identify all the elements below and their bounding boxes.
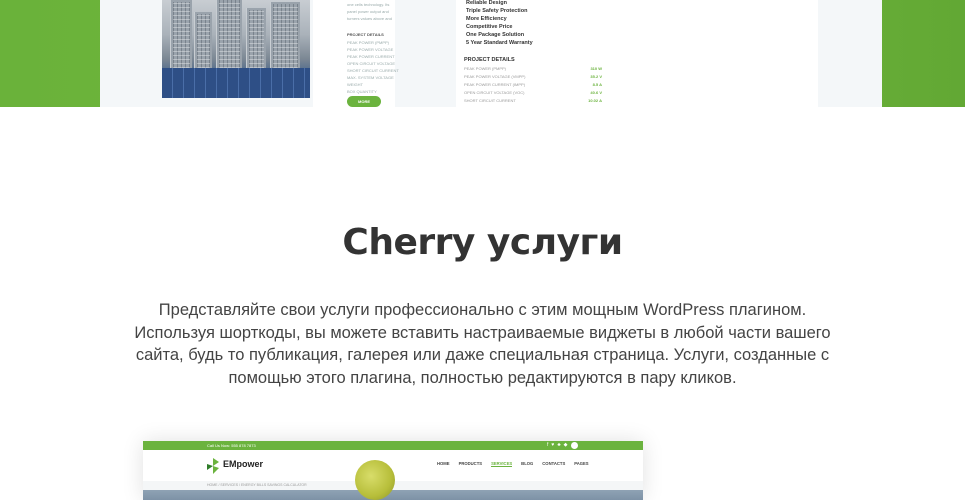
preview-topbar: Call Us Now: 555 878 7873 f ♥ ♣ ◆ — [143, 441, 643, 450]
sidebar-line: PEAK POWER VOLTAGE — [347, 47, 394, 52]
nav-item-products[interactable]: PRODUCTS — [459, 461, 483, 467]
sidebar-line: PEAK POWER CURRENT — [347, 54, 395, 59]
heart-icon[interactable]: ♥ — [551, 442, 554, 449]
solar-panels — [162, 68, 310, 98]
facebook-icon[interactable]: f — [547, 442, 548, 449]
detail-value: 8.5 A — [592, 82, 602, 87]
sidebar-line: one cells technology. Its — [347, 2, 390, 7]
preview-hero — [143, 460, 643, 500]
nav-item-contacts[interactable]: CONTACTS — [542, 461, 565, 467]
city-solar-image — [162, 0, 310, 98]
page: one cells technology. Its panel power ou… — [0, 0, 965, 500]
detail-value: 310 W — [590, 66, 602, 71]
building — [170, 0, 192, 70]
detail-label: PEAK POWER VOLTAGE (VMPP) — [464, 74, 526, 79]
detail-value: 10.02 A — [588, 98, 602, 103]
detail-label: PEAK POWER (PMPP) — [464, 66, 507, 71]
sidebar-heading: PROJECT DETAILS — [347, 32, 384, 37]
preview-sidebar: one cells technology. Its panel power ou… — [313, 0, 399, 107]
logo-text[interactable]: EMpower — [223, 459, 263, 469]
social-icons: f ♥ ♣ ◆ — [547, 442, 578, 449]
phone-text: Call Us Now: 555 878 7873 — [207, 443, 256, 448]
sidebar-line: SHORT CIRCUIT CURRENT — [347, 68, 399, 73]
club-icon[interactable]: ♣ — [557, 442, 560, 449]
feature-item: Triple Safety Protection — [466, 8, 528, 14]
project-detail-row: OPEN CIRCUIT VOLTAGE (VOC) 40.6 V — [464, 90, 602, 98]
section-description: Представляйте свои услуги профессиональн… — [134, 301, 831, 387]
detail-label: OPEN CIRCUIT VOLTAGE (VOC) — [464, 90, 525, 95]
sidebar-line: OPEN CIRCUIT VOLTAGE — [347, 61, 396, 66]
building — [270, 2, 300, 70]
hero-ball-image — [355, 460, 395, 500]
project-details-title: PROJECT DETAILS — [464, 57, 515, 63]
sidebar-line: BOX QUANTITY — [347, 89, 377, 94]
sidebar-line: turners values above and — [347, 16, 392, 21]
feature-item: More Efficiency — [466, 16, 507, 22]
more-button[interactable]: MORE — [347, 96, 381, 107]
diamond-icon[interactable]: ◆ — [564, 442, 568, 449]
section-title: Cherry услуги — [342, 222, 623, 263]
project-detail-row: SHORT CIRCUIT CURRENT 10.02 A — [464, 98, 602, 106]
logo-icon — [207, 458, 219, 474]
preview-details: Reliable Design Triple Safety Protection… — [456, 0, 818, 107]
sidebar-line: WEIGHT — [347, 82, 363, 87]
breadcrumb-text: HOME / SERVICES / ENERGY BILLS SAVINGS C… — [207, 483, 307, 487]
building — [194, 12, 212, 70]
detail-value: 40.6 V — [590, 90, 602, 95]
nav-item-pages[interactable]: PAGES — [574, 461, 588, 467]
nav-item-services[interactable]: SERVICES — [491, 461, 513, 467]
sidebar-line: MAX. SYSTEM VOLTAGE — [347, 75, 394, 80]
top-theme-preview: one cells technology. Its panel power ou… — [100, 0, 882, 107]
project-detail-row: PEAK POWER VOLTAGE (VMPP) 35.2 V — [464, 74, 602, 82]
circle-icon[interactable] — [570, 442, 578, 449]
feature-item: Reliable Design — [466, 0, 507, 6]
feature-item: Competitive Price — [466, 24, 513, 30]
building — [246, 8, 266, 70]
feature-item: One Package Solution — [466, 32, 525, 38]
detail-label: PEAK POWER CURRENT (IMPP) — [464, 82, 526, 87]
detail-value: 35.2 V — [590, 74, 602, 79]
nav-item-home[interactable]: HOME — [437, 461, 450, 467]
nav-item-blog[interactable]: BLOG — [521, 461, 533, 467]
bottom-theme-preview: Call Us Now: 555 878 7873 f ♥ ♣ ◆ EMpowe… — [143, 441, 643, 500]
preview-nav: HOME PRODUCTS SERVICES BLOG CONTACTS PAG… — [437, 461, 589, 467]
building — [216, 0, 242, 70]
project-detail-row: PEAK POWER (PMPP) 310 W — [464, 66, 602, 74]
sidebar-line: PEAK POWER (PMPP) — [347, 40, 390, 45]
feature-item: 5 Year Standard Warranty — [466, 40, 533, 46]
sidebar-line: panel power output and — [347, 9, 389, 14]
detail-label: SHORT CIRCUIT CURRENT — [464, 98, 516, 103]
project-detail-row: PEAK POWER CURRENT (IMPP) 8.5 A — [464, 82, 602, 90]
